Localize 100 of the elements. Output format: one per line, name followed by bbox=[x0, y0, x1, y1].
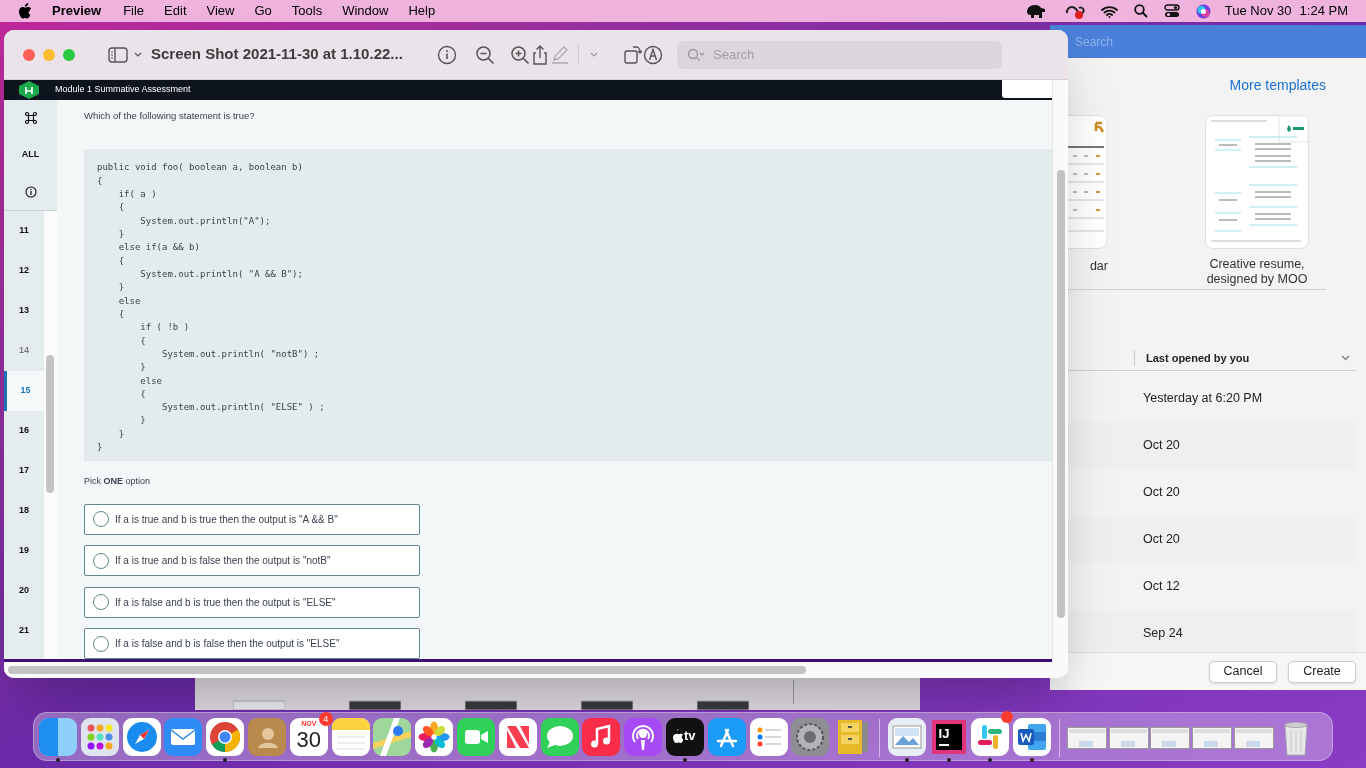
search-icon[interactable] bbox=[1133, 4, 1148, 18]
podcast-icon[interactable] bbox=[623, 717, 664, 757]
envelope-icon[interactable] bbox=[163, 717, 204, 757]
chevron-down-icon[interactable] bbox=[1341, 355, 1350, 361]
code-line: { bbox=[117, 254, 126, 268]
wifi-icon[interactable] bbox=[1100, 4, 1118, 18]
question-number[interactable]: 12 bbox=[4, 251, 44, 291]
info-icon[interactable] bbox=[24, 185, 37, 198]
menu-item[interactable]: Preview bbox=[52, 1, 102, 21]
menu-item[interactable]: Window bbox=[342, 1, 389, 21]
compass-icon[interactable] bbox=[121, 717, 162, 757]
date-cell-text: Yesterday at 6:20 PM bbox=[1143, 390, 1263, 408]
search-icon bbox=[687, 47, 705, 62]
question-number[interactable]: 16 bbox=[4, 411, 44, 451]
document-app-icon[interactable] bbox=[1012, 717, 1053, 757]
close-button[interactable] bbox=[23, 48, 35, 61]
scrollbar-thumb[interactable] bbox=[8, 666, 806, 674]
question-number[interactable]: 20 bbox=[4, 571, 44, 611]
answer-option[interactable]: If a is true and b is true then the output is "A && B" bbox=[84, 503, 420, 535]
menu-item[interactable]: File bbox=[123, 1, 145, 21]
template-name[interactable]: Creative resume, designed by MOO bbox=[1197, 257, 1317, 287]
instruction-text: Pick ONE option bbox=[84, 475, 152, 488]
radio-button[interactable] bbox=[93, 511, 109, 527]
more-templates-link[interactable]: More templates bbox=[1229, 75, 1326, 96]
question-number[interactable]: 11 bbox=[4, 211, 44, 251]
sidebar-toggle-icon[interactable] bbox=[108, 46, 128, 63]
music-note-icon[interactable] bbox=[581, 717, 622, 757]
app-grid-icon[interactable] bbox=[79, 717, 120, 757]
control-center-icon[interactable] bbox=[1163, 4, 1180, 18]
flower-icon[interactable] bbox=[414, 717, 455, 757]
question-number[interactable]: 19 bbox=[4, 531, 44, 571]
chevron-down-icon[interactable] bbox=[134, 52, 142, 57]
menu-item[interactable]: Edit bbox=[164, 1, 187, 21]
date-cell-text: Oct 20 bbox=[1143, 437, 1180, 455]
column-header[interactable]: Last opened by you bbox=[1146, 349, 1250, 367]
date-cell-text: Oct 20 bbox=[1143, 484, 1180, 502]
notepad-icon[interactable] bbox=[330, 717, 371, 757]
window-thumbnail-icon[interactable] bbox=[1192, 727, 1233, 749]
scrollbar-thumb[interactable] bbox=[46, 355, 54, 493]
photo-viewer-icon[interactable] bbox=[886, 717, 927, 757]
question-number[interactable]: 17 bbox=[4, 451, 44, 491]
answer-option[interactable]: If a is false and b is true then the output is "ELSE" bbox=[84, 586, 420, 618]
hash-logo-icon[interactable] bbox=[970, 717, 1011, 757]
radio-button[interactable] bbox=[93, 635, 109, 652]
browser-icon[interactable] bbox=[205, 717, 246, 757]
info-icon[interactable] bbox=[437, 44, 457, 65]
date-cell-text: Oct 20 bbox=[1143, 531, 1180, 549]
question-number[interactable]: 21 bbox=[4, 611, 44, 651]
apple-logo-icon[interactable] bbox=[18, 3, 32, 19]
window-thumbnail-icon[interactable] bbox=[1066, 727, 1107, 749]
zoom-out-icon[interactable] bbox=[475, 44, 495, 65]
answer-option[interactable]: If a is false and b is false then the output is "ELSE" bbox=[84, 628, 420, 659]
siri-icon[interactable] bbox=[1195, 3, 1211, 19]
code-line: } bbox=[97, 441, 104, 455]
question-number[interactable]: 18 bbox=[4, 491, 44, 531]
filter-tab[interactable]: ALL bbox=[21, 148, 40, 162]
dialog-button[interactable]: Create bbox=[1288, 660, 1356, 683]
gear-icon[interactable] bbox=[790, 717, 831, 757]
question-number[interactable]: 15 bbox=[4, 371, 44, 411]
template-name[interactable]: dar bbox=[1089, 257, 1108, 276]
window-thumbnail-icon[interactable] bbox=[1108, 727, 1149, 749]
window-thumbnail-icon[interactable] bbox=[1150, 727, 1191, 749]
map-icon[interactable] bbox=[372, 717, 413, 757]
code-line: System.out.println("A"); bbox=[139, 214, 272, 228]
question-text: Which of the following statement is true? bbox=[84, 109, 256, 123]
share-icon[interactable] bbox=[530, 44, 550, 65]
question-number[interactable]: 13 bbox=[4, 291, 44, 331]
menubar-clock[interactable]: 1:24 PM bbox=[1299, 1, 1348, 21]
menu-item[interactable]: Go bbox=[254, 1, 272, 21]
window-thumbnail-icon[interactable] bbox=[1233, 727, 1274, 749]
chat-bubble-icon[interactable] bbox=[539, 717, 580, 757]
app-icon-label: tv bbox=[683, 728, 696, 744]
menubar-date[interactable]: Tue Nov 30 bbox=[1224, 1, 1292, 21]
menu-item[interactable]: Help bbox=[408, 1, 436, 21]
scrollbar-thumb[interactable] bbox=[1057, 170, 1065, 618]
code-line: } bbox=[117, 227, 126, 241]
radio-button[interactable] bbox=[93, 594, 109, 610]
calendar-template-thumbnail[interactable] bbox=[1068, 115, 1108, 249]
window-title: Screen Shot 2021-11-30 at 1.10.22... bbox=[151, 44, 404, 65]
logo-icon[interactable] bbox=[18, 81, 40, 99]
resume-template-thumbnail[interactable] bbox=[1205, 115, 1309, 249]
rotate-icon[interactable] bbox=[623, 44, 643, 65]
menu-item[interactable]: View bbox=[206, 1, 235, 21]
app-icon-label: IJ bbox=[938, 726, 950, 741]
newspaper-icon[interactable] bbox=[497, 717, 538, 757]
answer-option[interactable]: If a is true and b is false then the output is "notB" bbox=[84, 545, 420, 576]
markup-icon[interactable] bbox=[643, 44, 663, 65]
menu-item[interactable]: Tools bbox=[291, 1, 323, 21]
command-icon[interactable] bbox=[23, 111, 38, 126]
split-square-icon[interactable] bbox=[38, 717, 78, 757]
video-camera-icon[interactable] bbox=[455, 717, 496, 757]
address-book-icon[interactable] bbox=[247, 717, 287, 757]
letter-a-shape-icon[interactable] bbox=[706, 717, 747, 757]
code-line: { bbox=[117, 201, 126, 215]
checklist-icon[interactable] bbox=[748, 717, 789, 757]
tv-app-icon[interactable]: tv bbox=[664, 717, 705, 757]
radio-button[interactable] bbox=[93, 552, 109, 569]
zoom-in-icon[interactable] bbox=[510, 44, 530, 65]
dialog-button[interactable]: Cancel bbox=[1209, 660, 1277, 683]
code-line: if ( !b ) bbox=[139, 321, 191, 335]
